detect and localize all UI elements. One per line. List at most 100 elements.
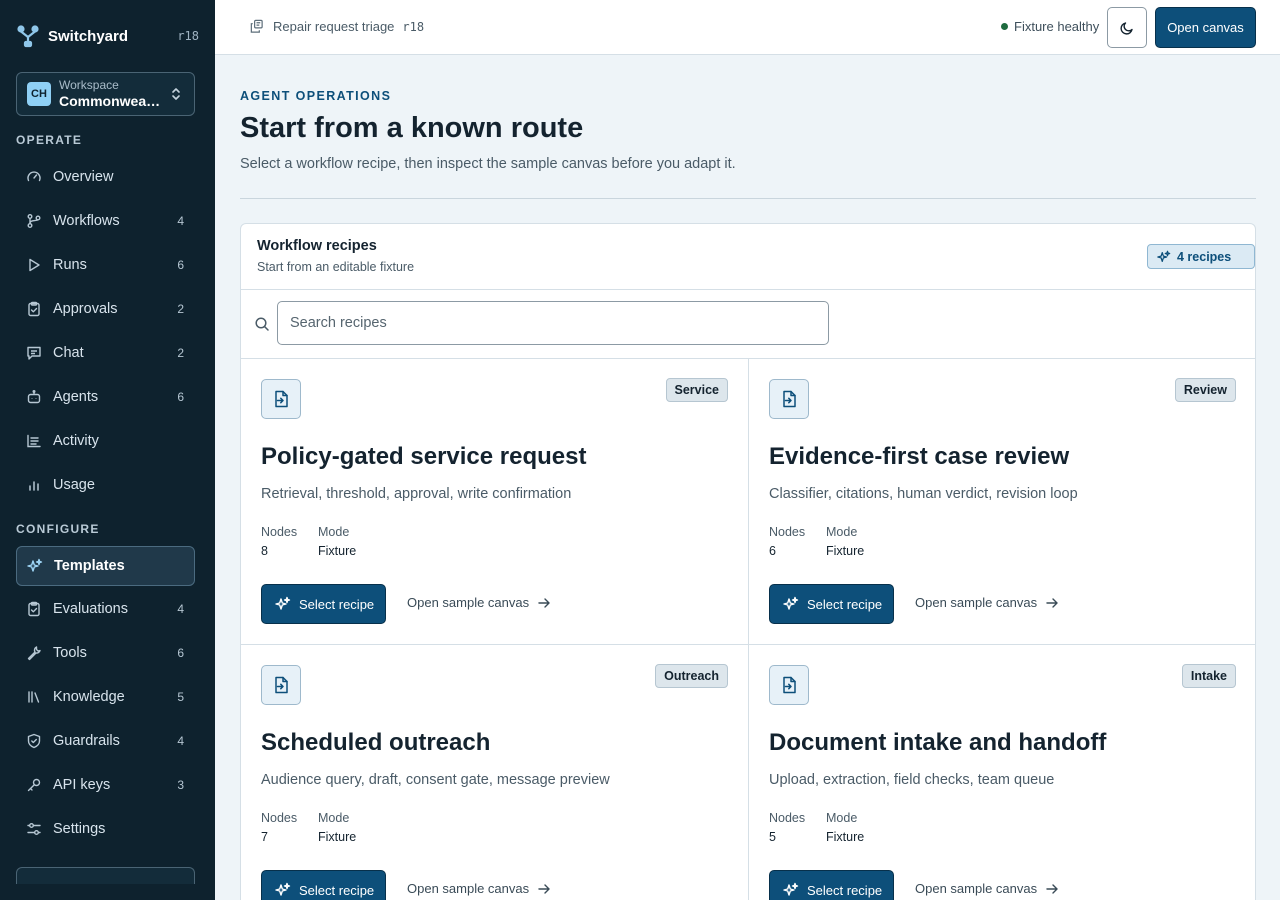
sidebar-item-approvals[interactable]: Approvals 2 [16, 289, 195, 329]
gauge-icon [26, 169, 42, 185]
brand[interactable]: Switchyard r18 [16, 24, 199, 48]
workspace-avatar: CH [27, 82, 51, 106]
recipe-mode: Mode Fixture [318, 524, 356, 559]
sidebar-item-label: Activity [53, 433, 99, 449]
theme-toggle-button[interactable] [1107, 7, 1147, 48]
recipe-description: Classifier, citations, human verdict, re… [769, 486, 1078, 502]
sliders-icon [26, 821, 42, 837]
select-recipe-button[interactable]: Select recipe [769, 870, 894, 900]
recipe-category-badge: Intake [1181, 664, 1236, 688]
switchyard-logo-icon [16, 24, 40, 48]
sidebar-item-label: Tools [53, 645, 87, 661]
sidebar-item-label: Approvals [53, 301, 118, 317]
select-recipe-button[interactable]: Select recipe [769, 584, 894, 624]
sidebar-item-activity[interactable]: Activity [16, 421, 195, 461]
card-grid-divider-horizontal [241, 644, 1255, 645]
workspace-switcher[interactable]: CH Workspace Commonwealth Housing [16, 72, 195, 116]
recipe-nodes: Nodes 5 [769, 810, 805, 845]
search-icon [254, 316, 270, 332]
sidebar-item-knowledge[interactable]: Knowledge 5 [16, 677, 195, 717]
recipe-name: Policy-gated service request [261, 443, 587, 470]
sidebar-item-count: 4 [177, 214, 184, 228]
open-sample-canvas-link[interactable]: Open sample canvas [407, 595, 551, 610]
workspace-label: Workspace [59, 78, 119, 92]
recipes-subtitle: Start from an editable fixture [257, 260, 415, 274]
sidebar-item-label: API keys [53, 777, 111, 793]
mode-value: Fixture [318, 830, 357, 844]
sidebar-item-label: Knowledge [53, 689, 125, 705]
arrow-right-icon [1037, 596, 1059, 610]
sidebar-item-label: Agents [53, 389, 99, 405]
page-eyebrow: AGENT OPERATIONS [240, 89, 392, 103]
sidebar-item-count: 2 [177, 302, 184, 316]
health-label: Fixture healthy [1014, 19, 1100, 34]
card-grid-divider-vertical [748, 359, 749, 900]
sidebar-item-label: Overview [53, 169, 114, 185]
open-sample-canvas-link[interactable]: Open sample canvas [915, 881, 1059, 896]
mode-label: Mode [826, 811, 858, 825]
select-recipe-label: Select recipe [299, 882, 375, 898]
file-import-icon [261, 665, 301, 705]
recipe-mode: Mode Fixture [826, 524, 864, 559]
workflow-copy-icon [249, 19, 264, 34]
recipe-card-service: Service Policy-gated service request Ret… [241, 359, 748, 645]
mode-label: Mode [318, 811, 350, 825]
sparkles-icon [275, 882, 299, 898]
open-canvas-button[interactable]: Open canvas [1155, 7, 1256, 48]
sidebar-item-chat[interactable]: Chat 2 [16, 333, 195, 373]
library-icon [26, 689, 42, 705]
sidebar-item-label: Workflows [53, 213, 120, 229]
open-sample-canvas-label: Open sample canvas [915, 595, 1038, 610]
recipe-name: Document intake and handoff [769, 729, 1107, 756]
sidebar-item-overview[interactable]: Overview [16, 157, 195, 197]
arrow-right-icon [529, 882, 551, 896]
key-icon [26, 777, 42, 793]
open-sample-canvas-link[interactable]: Open sample canvas [407, 881, 551, 896]
sidebar-item-templates[interactable]: Templates [16, 546, 195, 586]
recipe-name: Scheduled outreach [261, 729, 491, 756]
health-dot-icon [1001, 23, 1008, 30]
sparkles-icon [783, 882, 807, 898]
sidebar-item-runs[interactable]: Runs 6 [16, 245, 195, 285]
nodes-label: Nodes [769, 811, 806, 825]
sidebar-item-count: 4 [177, 734, 184, 748]
select-recipe-button[interactable]: Select recipe [261, 870, 386, 900]
sidebar-item-api-keys[interactable]: API keys 3 [16, 765, 195, 805]
sidebar-item-label: Guardrails [53, 733, 120, 749]
open-sample-canvas-link[interactable]: Open sample canvas [915, 595, 1059, 610]
breadcrumb[interactable]: Repair request triage r18 [249, 19, 424, 34]
open-sample-canvas-label: Open sample canvas [407, 595, 530, 610]
nodes-label: Nodes [261, 525, 298, 539]
play-icon [26, 257, 42, 273]
page-title: Start from a known route [240, 112, 584, 144]
mode-label: Mode [826, 525, 858, 539]
recipe-description: Audience query, draft, consent gate, mes… [261, 772, 610, 788]
sidebar-item-guardrails[interactable]: Guardrails 4 [16, 721, 195, 761]
sidebar-item-evaluations[interactable]: Evaluations 4 [16, 589, 195, 629]
sidebar-item-count: 4 [177, 602, 184, 616]
sidebar-item-agents[interactable]: Agents 6 [16, 377, 195, 417]
divider [240, 198, 1256, 199]
sidebar-item-usage[interactable]: Usage [16, 465, 195, 505]
recipe-category-badge: Outreach [655, 664, 728, 688]
search-input[interactable] [277, 301, 829, 345]
recipes-panel-header: Workflow recipes Start from an editable … [241, 224, 1255, 290]
brand-name: Switchyard [48, 27, 129, 45]
recipes-count-label: 4 recipes [1177, 249, 1232, 264]
sidebar-item-label: Usage [53, 477, 95, 493]
wrench-icon [26, 645, 42, 661]
file-import-icon [769, 665, 809, 705]
sidebar-item-count: 6 [177, 390, 184, 404]
sidebar-item-settings[interactable]: Settings [16, 809, 195, 849]
sidebar-item-workflows[interactable]: Workflows 4 [16, 201, 195, 241]
recipe-card-outreach: Outreach Scheduled outreach Audience que… [241, 645, 748, 900]
sparkles-icon [1157, 250, 1177, 264]
sidebar-item-tools[interactable]: Tools 6 [16, 633, 195, 673]
recipe-card-review: Review Evidence-first case review Classi… [749, 359, 1255, 645]
topbar: Repair request triage r18 Fixture health… [215, 0, 1280, 55]
open-sample-canvas-label: Open sample canvas [915, 881, 1038, 896]
nodes-value: 6 [769, 544, 776, 558]
breadcrumb-revision: r18 [402, 19, 425, 34]
select-recipe-button[interactable]: Select recipe [261, 584, 386, 624]
mode-value: Fixture [826, 544, 865, 558]
